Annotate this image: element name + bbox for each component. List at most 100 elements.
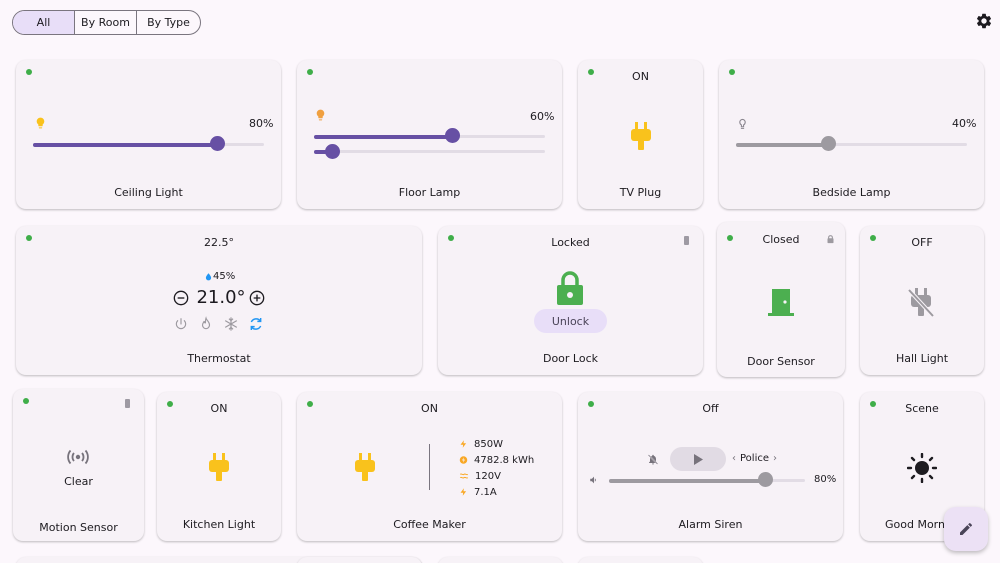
online-indicator — [307, 69, 313, 75]
brightness-fill — [314, 135, 453, 139]
voltage-icon — [459, 473, 469, 479]
chevron-right-icon[interactable]: › — [773, 453, 777, 464]
current-temperature: 22.5° — [204, 236, 234, 249]
heat-mode-icon[interactable] — [199, 316, 213, 332]
bulb-on-icon — [316, 109, 325, 121]
brightness-fill — [33, 143, 218, 147]
energy-value: 4782.8 kWh — [474, 454, 535, 466]
bolt-icon — [460, 440, 467, 448]
unlock-button[interactable]: Unlock — [534, 309, 607, 333]
current-value: 7.1A — [474, 486, 497, 498]
divider — [429, 444, 430, 490]
card-partial — [297, 557, 422, 563]
tone-selector[interactable]: ‹ Police › — [732, 453, 777, 464]
tone-name: Police — [740, 453, 769, 464]
device-name: Ceiling Light — [114, 186, 183, 199]
lock-small-icon — [827, 235, 834, 244]
card-motion-sensor[interactable]: Clear Motion Sensor — [13, 389, 144, 541]
plug-icon — [631, 122, 651, 150]
device-name: Door Sensor — [747, 355, 815, 368]
power-mode-icon[interactable] — [174, 317, 188, 331]
bulb-off-icon — [739, 118, 746, 129]
device-status: ON — [421, 402, 438, 415]
device-name: Coffee Maker — [393, 518, 466, 531]
card-thermostat[interactable]: 22.5° 45% 21.0° Thermostat — [16, 226, 422, 375]
device-name: Floor Lamp — [398, 186, 461, 199]
color-temp-slider-thumb[interactable] — [324, 144, 340, 159]
brightness-value: 60% — [530, 110, 555, 123]
increase-temp-icon[interactable] — [249, 290, 265, 306]
card-bedside-lamp[interactable]: 40% Bedside Lamp — [719, 60, 984, 209]
brightness-slider-thumb[interactable] — [445, 128, 461, 143]
card-alarm-siren[interactable]: Off ‹ Police › 80% Alarm Siren — [578, 392, 843, 541]
sun-icon — [907, 453, 937, 483]
edit-fab-button[interactable] — [944, 507, 988, 551]
filter-by-type[interactable]: By Type — [137, 11, 200, 34]
online-indicator — [26, 69, 32, 75]
device-name: Door Lock — [542, 352, 599, 365]
gear-icon[interactable] — [975, 12, 993, 30]
device-status: OFF — [911, 236, 933, 249]
droplet-icon — [205, 272, 212, 280]
motion-state: Clear — [64, 475, 93, 488]
plug-icon — [209, 453, 229, 481]
volume-slider-thumb[interactable] — [758, 472, 774, 487]
current-icon — [460, 488, 467, 496]
humidity-readout: 45% — [204, 271, 235, 282]
color-temp-track — [314, 150, 545, 153]
battery-icon — [684, 236, 689, 245]
card-partial — [438, 557, 563, 563]
target-temperature: 21.0° — [196, 287, 246, 308]
door-icon — [768, 289, 794, 316]
brightness-slider-thumb[interactable] — [210, 136, 226, 151]
voltage-row: 120V — [459, 468, 534, 484]
power-row: 850W — [459, 436, 534, 452]
current-row: 7.1A — [459, 484, 534, 500]
device-name: TV Plug — [619, 186, 662, 199]
humidity-value: 45% — [213, 271, 236, 282]
card-floor-lamp[interactable]: 60% Floor Lamp — [297, 60, 562, 209]
auto-mode-icon[interactable] — [248, 316, 264, 332]
card-kitchen-light[interactable]: ON Kitchen Light — [157, 392, 281, 541]
device-name: Motion Sensor — [39, 521, 118, 534]
card-partial — [578, 557, 703, 563]
device-name: Bedside Lamp — [812, 186, 891, 199]
play-button[interactable] — [670, 447, 726, 471]
device-status: ON — [210, 402, 228, 415]
device-status: Off — [702, 402, 719, 415]
brightness-value: 80% — [249, 117, 274, 130]
card-ceiling-light[interactable]: 80% Ceiling Light — [16, 60, 281, 209]
volume-value: 80% — [814, 474, 837, 485]
online-indicator — [23, 398, 29, 404]
play-icon — [694, 454, 703, 465]
battery-icon — [125, 399, 130, 408]
decrease-temp-icon[interactable] — [173, 290, 189, 306]
card-hall-light[interactable]: OFF Hall Light — [860, 226, 984, 375]
filter-segmented-control: All By Room By Type — [12, 10, 201, 35]
power-value: 850W — [474, 438, 503, 450]
bell-off-icon[interactable] — [647, 453, 659, 466]
brightness-fill — [736, 143, 829, 147]
motion-sensor-icon — [67, 449, 89, 465]
bulb-on-icon — [36, 117, 45, 129]
plug-off-icon — [907, 288, 935, 318]
card-coffee-maker[interactable]: ON 850W 4782.8 kWh 120V 7.1A Coffee Make… — [297, 392, 562, 541]
filter-by-room[interactable]: By Room — [75, 11, 137, 34]
card-door-lock[interactable]: Locked Unlock Door Lock — [438, 226, 703, 375]
filter-all[interactable]: All — [13, 11, 75, 34]
cool-mode-icon[interactable] — [223, 316, 239, 332]
volume-icon — [590, 476, 596, 484]
pencil-icon — [960, 522, 973, 535]
brightness-slider-thumb[interactable] — [820, 136, 836, 151]
power-readouts: 850W 4782.8 kWh 120V 7.1A — [459, 436, 534, 500]
chevron-left-icon[interactable]: ‹ — [732, 453, 736, 464]
plug-icon — [355, 453, 375, 481]
scene-label: Scene — [905, 402, 939, 415]
device-status: ON — [632, 70, 649, 83]
device-name: Thermostat — [187, 352, 251, 365]
online-indicator — [729, 69, 735, 75]
card-door-sensor[interactable]: Closed Door Sensor — [717, 222, 845, 377]
card-tv-plug[interactable]: ON TV Plug — [578, 60, 703, 209]
lock-icon — [557, 271, 583, 305]
voltage-value: 120V — [475, 470, 501, 482]
